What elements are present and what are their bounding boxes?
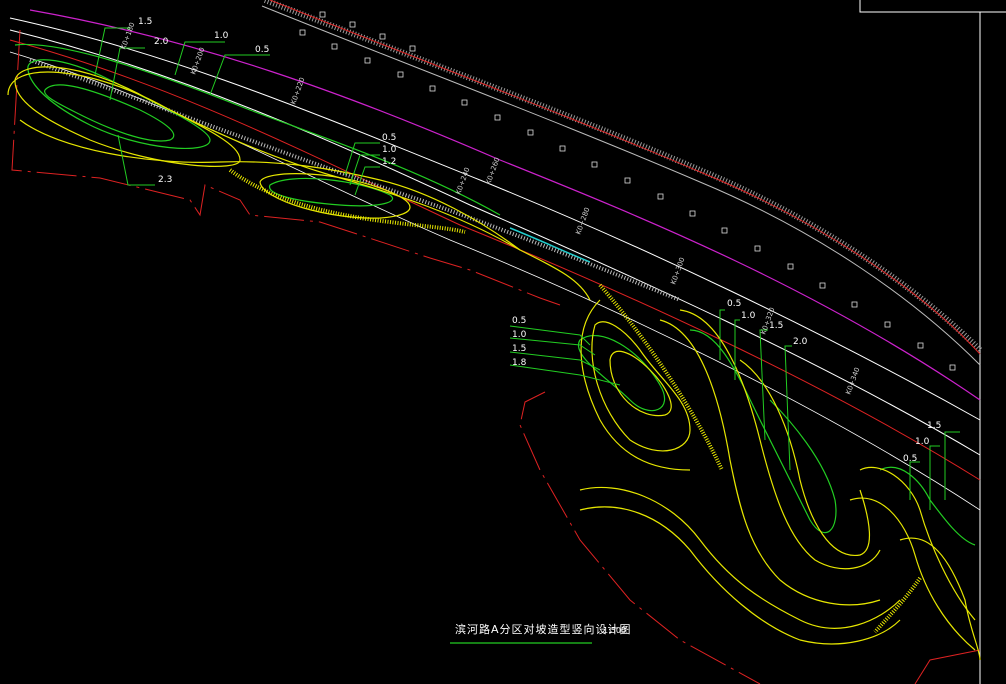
contour-label-2.3: 2.3 [158, 175, 172, 185]
road-line-2 [9, 29, 981, 456]
contour-label-far-1.5: 1.5 [927, 421, 941, 431]
slope-hatch-3 [873, 576, 922, 634]
yellow-contours [7, 66, 981, 661]
contour-label-far-1.0: 1.0 [915, 437, 930, 447]
site-boundary-br [914, 649, 981, 684]
contour-label-0.5: 0.5 [255, 45, 269, 55]
contour-label-1.5: 1.5 [138, 17, 152, 27]
site-boundary-bottom [519, 391, 761, 684]
station-label: K0+200 [189, 46, 206, 75]
road-boundary-magenta [29, 9, 981, 401]
station-label: K0+220 [289, 76, 306, 105]
contour-label-1.0: 1.0 [214, 31, 229, 41]
road-edge-red [269, 0, 981, 355]
contour-label-right-0.5: 0.5 [727, 299, 741, 309]
contour-label-center-1.0: 1.0 [512, 330, 527, 340]
contour-label-right-1.0: 1.0 [741, 311, 756, 321]
road-line-4 [9, 51, 981, 511]
road-line-1 [9, 17, 981, 421]
station-labels: K0+180 K0+200 K0+220 K0+240 K0+260 K0+28… [119, 21, 861, 395]
station-label: K0+300 [669, 256, 686, 285]
title-frame-corner [859, 0, 1006, 13]
station-label: K0+260 [484, 156, 501, 185]
drawing-canvas: 1.5 2.0 1.0 0.5 2.3 0.5 1.0 1.2 0.5 1.0 … [7, 0, 1006, 684]
contour-label-mid-0.5: 0.5 [382, 133, 396, 143]
slope-hatch-2 [598, 283, 724, 471]
contour-label-mid-1.2: 1.2 [382, 157, 396, 167]
road-line-3 [9, 39, 981, 481]
contour-label-2.0: 2.0 [154, 37, 169, 47]
contour-label-center-1.8: 1.8 [512, 358, 527, 368]
road-edge-hatch [263, 0, 983, 353]
contour-label-center-0.5: 0.5 [512, 316, 526, 326]
station-label: K0+180 [119, 21, 136, 50]
site-boundary-left [11, 29, 561, 306]
contour-label-right-2.0: 2.0 [793, 337, 808, 347]
drawing-scale: 1:500 [603, 626, 626, 635]
contour-label-center-1.5: 1.5 [512, 344, 526, 354]
contour-label-mid-1.0: 1.0 [382, 145, 397, 155]
contour-label-far-0.5: 0.5 [903, 454, 917, 464]
